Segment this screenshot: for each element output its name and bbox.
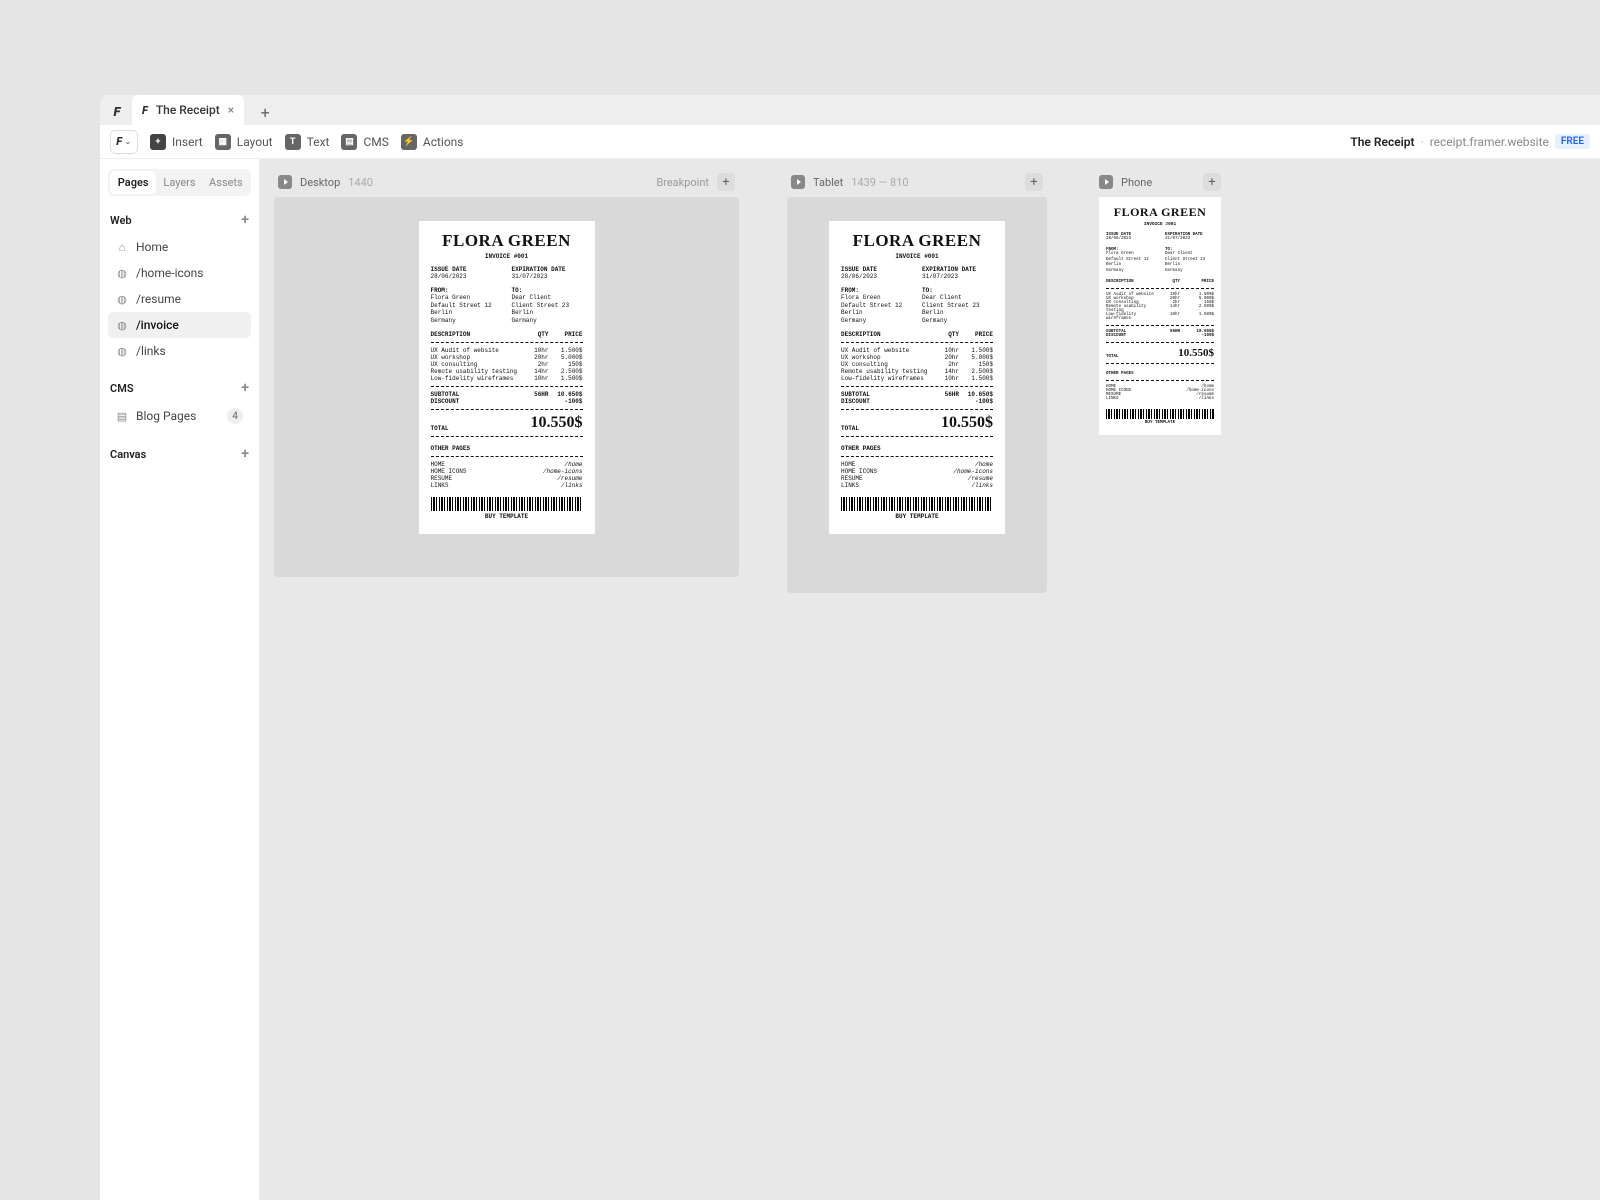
- canvas[interactable]: Desktop 1440 Breakpoint + FLORA GREEN IN…: [260, 159, 1600, 1200]
- play-icon[interactable]: [278, 175, 292, 189]
- app-logo[interactable]: F: [104, 99, 130, 125]
- globe-icon: ◍: [116, 267, 128, 279]
- add-breakpoint-button[interactable]: +: [1203, 173, 1221, 191]
- frame-desktop[interactable]: FLORA GREEN INVOICE #001 ISSUE DATE28/06…: [274, 197, 739, 577]
- tab-bar: F F The Receipt × +: [100, 95, 1600, 125]
- receipt-invoice-number: INVOICE #001: [841, 253, 993, 260]
- viewport-dim: 1440: [348, 176, 373, 189]
- layout-button[interactable]: ▦Layout: [215, 134, 273, 150]
- sidebar-item-resume[interactable]: ◍/resume: [108, 286, 251, 312]
- receipt: FLORA GREEN INVOICE #001 ISSUE DATE28/06…: [419, 221, 595, 534]
- barcode: [431, 497, 583, 511]
- site-url[interactable]: receipt.framer.website: [1430, 135, 1549, 149]
- tab-assets[interactable]: Assets: [203, 171, 249, 194]
- section-canvas: Canvas +: [110, 446, 249, 462]
- receipt-invoice-number: INVOICE #001: [431, 253, 583, 260]
- play-icon[interactable]: [1099, 175, 1113, 189]
- count-badge: 4: [227, 408, 243, 424]
- free-badge: FREE: [1555, 134, 1590, 149]
- text-icon: T: [285, 134, 301, 150]
- viewport-label: Tablet: [813, 176, 843, 189]
- cms-icon: ▤: [341, 134, 357, 150]
- receipt-brand: FLORA GREEN: [1106, 205, 1214, 220]
- chevron-down-icon: ⌄: [124, 137, 132, 147]
- viewport-label: Phone: [1121, 176, 1152, 189]
- sidebar-item-blog-pages[interactable]: ▤ Blog Pages 4: [108, 402, 251, 430]
- sidebar-tabs: Pages Layers Assets: [108, 169, 251, 196]
- add-cms-button[interactable]: +: [241, 380, 249, 396]
- viewport-tablet: Tablet 1439 — 810 + FLORA GREEN INVOICE …: [787, 173, 1047, 593]
- breakpoint-label: Breakpoint: [656, 176, 709, 189]
- new-tab-button[interactable]: +: [252, 99, 278, 125]
- text-button[interactable]: TText: [285, 134, 330, 150]
- viewport-phone: Phone + FLORA GREEN INVOICE #001 ISSUE D…: [1095, 173, 1225, 435]
- buy-template-link[interactable]: BUY TEMPLATE: [1106, 421, 1214, 425]
- section-web: Web +: [110, 212, 249, 228]
- sidebar-item-home-icons[interactable]: ◍/home-icons: [108, 260, 251, 286]
- play-icon[interactable]: [791, 175, 805, 189]
- toolbar: F⌄ +Insert ▦Layout TText ▤CMS ⚡Actions T…: [100, 125, 1600, 159]
- add-breakpoint-button[interactable]: +: [1025, 173, 1043, 191]
- sidebar-item-home[interactable]: ⌂Home: [108, 234, 251, 260]
- barcode: [1106, 409, 1214, 419]
- add-page-button[interactable]: +: [241, 212, 249, 228]
- sidebar: Pages Layers Assets Web + ⌂Home ◍/home-i…: [100, 159, 260, 1200]
- add-canvas-button[interactable]: +: [241, 446, 249, 462]
- actions-button[interactable]: ⚡Actions: [401, 134, 464, 150]
- add-breakpoint-button[interactable]: +: [717, 173, 735, 191]
- frame-phone[interactable]: FLORA GREEN INVOICE #001 ISSUE DATE28/06…: [1095, 197, 1225, 435]
- layout-icon: ▦: [215, 134, 231, 150]
- globe-icon: ◍: [116, 293, 128, 305]
- buy-template-link[interactable]: BUY TEMPLATE: [431, 513, 583, 520]
- frame-tablet[interactable]: FLORA GREEN INVOICE #001 ISSUE DATE28/06…: [787, 197, 1047, 593]
- collection-icon: ▤: [116, 410, 128, 422]
- close-icon[interactable]: ×: [228, 103, 234, 117]
- receipt: FLORA GREEN INVOICE #001 ISSUE DATE28/06…: [1099, 197, 1221, 435]
- site-name: The Receipt: [1350, 135, 1414, 149]
- buy-template-link[interactable]: BUY TEMPLATE: [841, 513, 993, 520]
- viewport-dim: 1439 — 810: [851, 176, 908, 189]
- tab-layers[interactable]: Layers: [156, 171, 202, 194]
- receipt-brand: FLORA GREEN: [431, 231, 583, 251]
- globe-icon: ◍: [116, 319, 128, 331]
- insert-button[interactable]: +Insert: [150, 134, 203, 150]
- viewport-desktop: Desktop 1440 Breakpoint + FLORA GREEN IN…: [274, 173, 739, 577]
- cms-button[interactable]: ▤CMS: [341, 134, 388, 150]
- globe-icon: ◍: [116, 345, 128, 357]
- home-icon: ⌂: [116, 241, 128, 253]
- tab-pages[interactable]: Pages: [110, 171, 156, 194]
- bolt-icon: ⚡: [401, 134, 417, 150]
- barcode: [841, 497, 993, 511]
- app-menu-button[interactable]: F⌄: [110, 130, 138, 154]
- viewport-label: Desktop: [300, 176, 340, 189]
- tab-title: The Receipt: [156, 103, 220, 117]
- browser-tab[interactable]: F The Receipt ×: [132, 95, 244, 125]
- sidebar-item-links[interactable]: ◍/links: [108, 338, 251, 364]
- receipt: FLORA GREEN INVOICE #001 ISSUE DATE28/06…: [829, 221, 1005, 534]
- receipt-invoice-number: INVOICE #001: [1106, 222, 1214, 227]
- receipt-brand: FLORA GREEN: [841, 231, 993, 251]
- sidebar-item-invoice[interactable]: ◍/invoice: [108, 312, 251, 338]
- plus-icon: +: [150, 134, 166, 150]
- section-cms: CMS +: [110, 380, 249, 396]
